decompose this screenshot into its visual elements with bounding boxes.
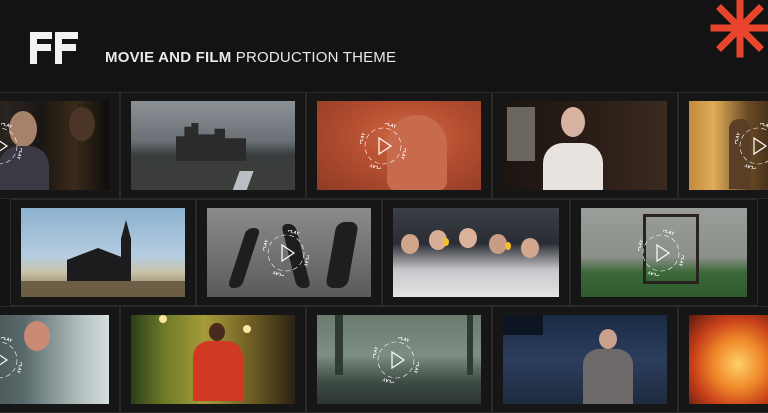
play-label: PLAY — [287, 230, 300, 236]
woman-portrait-thumb[interactable]: PLAYPLAYPLAYPLAY — [0, 101, 109, 190]
field-frame-thumb[interactable]: PLAY PLAY PLAY PLAY — [581, 208, 747, 297]
title-bold: MOVIE AND FILM — [105, 49, 232, 66]
play-label: PLAY — [662, 230, 675, 236]
play-label: PLAY — [0, 123, 13, 129]
film-cell[interactable] — [492, 92, 678, 199]
play-label: PLAY — [744, 162, 757, 168]
ff-logo-icon[interactable] — [30, 32, 78, 64]
play-icon[interactable]: PLAYPLAYPLAYPLAY — [0, 337, 22, 383]
play-label: PLAY — [369, 162, 382, 168]
film-row-3: PLAYPLAYPLAYPLAY PLAYPLAYPLAYPLAY — [0, 306, 768, 413]
film-cell[interactable] — [678, 306, 768, 413]
play-label: PLAY — [0, 337, 13, 343]
film-row-2: PLAY PLAY PLAY PLAY PLAY PLAY PLAY PLAY — [0, 199, 768, 306]
play-icon[interactable]: PLAYPLAYPLAYPLAY — [360, 123, 406, 169]
film-cell[interactable] — [382, 199, 570, 306]
play-icon[interactable]: PLAYPLAYPLAYPLAY — [373, 337, 419, 383]
play-label: PLAY — [647, 269, 660, 275]
church-man-thumb[interactable] — [503, 315, 667, 404]
film-cell[interactable] — [120, 92, 306, 199]
red-figure-thumb[interactable]: PLAY PLAY PLAY PLAY — [317, 101, 481, 190]
film-cell[interactable]: PLAYPLAYPLAYPLAY — [570, 199, 758, 306]
film-cell[interactable] — [120, 306, 306, 413]
play-label: PLAY — [382, 376, 395, 382]
misty-lake-thumb[interactable]: PLAY PLAY PLAY PLAY — [317, 315, 481, 404]
film-cell[interactable]: PLAYPLAYPLAYPLAY — [0, 306, 120, 413]
running-figures-thumb[interactable]: PLAY PLAY PLAY PLAY — [207, 208, 371, 297]
page-title: MOVIE AND FILM PRODUCTION THEME — [105, 49, 396, 66]
woman-white-dress-thumb[interactable] — [503, 101, 667, 190]
castle-ruins-thumb[interactable] — [131, 101, 295, 190]
play-icon[interactable]: PLAYPLAYPLAYPLAY — [263, 230, 309, 276]
hallway-woman-thumb[interactable] — [131, 315, 295, 404]
play-label: PLAY — [384, 123, 397, 129]
film-cell[interactable]: PLAYPLAYPLAYPLAY — [0, 92, 120, 199]
film-cell[interactable] — [492, 306, 678, 413]
film-cell[interactable]: PLAYPLAYPLAYPLAY — [306, 92, 492, 199]
play-icon[interactable]: PLAYPLAYPLAYPLAY — [0, 123, 22, 169]
film-cell[interactable] — [10, 199, 196, 306]
play-label: PLAY — [272, 269, 285, 275]
choir-boys-thumb[interactable] — [393, 208, 559, 297]
play-icon[interactable]: PLAYPLAYPLAYPLAY — [735, 123, 768, 169]
bath-woman-thumb[interactable]: PLAYPLAYPLAYPLAY — [0, 315, 109, 404]
film-cell[interactable]: PLAYPLAYPLAYPLAY — [306, 306, 492, 413]
play-icon[interactable]: PLAYPLAYPLAYPLAY — [638, 230, 684, 276]
play-label: PLAY — [759, 123, 768, 129]
site-header: MOVIE AND FILM PRODUCTION THEME — [0, 0, 768, 92]
doorway-figure-thumb[interactable]: PLAYPLAYPLAYPLAY — [689, 101, 768, 190]
black-church-thumb[interactable] — [21, 208, 185, 297]
asterisk-icon — [710, 0, 768, 58]
title-light: PRODUCTION THEME — [235, 49, 397, 66]
film-cell[interactable]: PLAYPLAYPLAYPLAY — [678, 92, 768, 199]
film-row-1: PLAYPLAYPLAYPLAY PLAYPLAYPLAYPLAY — [0, 92, 768, 199]
play-label: PLAY — [397, 337, 410, 343]
film-cell[interactable]: PLAYPLAYPLAYPLAY — [196, 199, 382, 306]
fire-thumb[interactable] — [689, 315, 768, 404]
